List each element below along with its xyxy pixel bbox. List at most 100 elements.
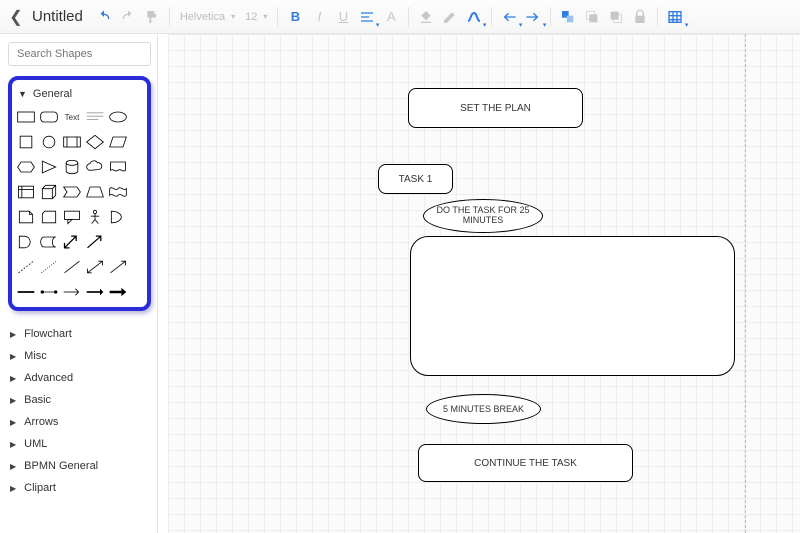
shape-dotted-line[interactable] (39, 256, 59, 278)
shape-datastore[interactable] (39, 231, 59, 253)
shape-line[interactable] (62, 256, 82, 278)
toolbar-separator (550, 7, 551, 27)
shape-empty4 (131, 181, 143, 203)
node-set-plan[interactable]: SET THE PLAN (408, 88, 583, 128)
redo-button[interactable] (117, 6, 139, 28)
chevron-right-icon: ▶ (10, 484, 16, 493)
toolbar-separator (277, 7, 278, 27)
shape-search-input[interactable] (15, 47, 158, 61)
lock-button[interactable] (629, 6, 651, 28)
shape-process[interactable] (62, 131, 82, 153)
shape-step[interactable] (62, 181, 82, 203)
category-bpmn[interactable]: ▶BPMN General (8, 455, 151, 477)
category-misc[interactable]: ▶Misc (8, 345, 151, 367)
top-toolbar: ❮ Untitled Helvetica▾ 12▾ B I U ▾ A ▾ ▾ … (0, 0, 800, 34)
category-basic[interactable]: ▶Basic (8, 389, 151, 411)
node-break[interactable]: 5 MINUTES BREAK (426, 394, 541, 424)
shape-empty6b (131, 231, 143, 253)
line-color-button[interactable] (439, 6, 461, 28)
node-continue[interactable]: CONTINUE THE TASK (418, 444, 633, 482)
arrange-button[interactable] (557, 6, 579, 28)
to-front-button[interactable] (581, 6, 603, 28)
underline-button[interactable]: U (332, 6, 354, 28)
shape-cube[interactable] (39, 181, 59, 203)
shape-hexagon[interactable] (16, 156, 36, 178)
general-shape-grid: Text (16, 106, 143, 303)
toolbar-separator (408, 7, 409, 27)
chevron-right-icon: ▶ (10, 462, 16, 471)
chevron-right-icon: ▶ (10, 396, 16, 405)
shape-empty8 (131, 281, 143, 303)
node-bigbox[interactable] (410, 236, 735, 376)
shape-internal-storage[interactable] (16, 181, 36, 203)
shape-trapezoid[interactable] (85, 181, 105, 203)
to-back-button[interactable] (605, 6, 627, 28)
node-do-task[interactable]: DO THE TASK FOR 25 MINUTES (423, 199, 543, 233)
text-color-button[interactable]: A (380, 6, 402, 28)
shape-search[interactable] (8, 42, 151, 66)
shape-rounded-rect[interactable] (39, 106, 59, 128)
back-button[interactable]: ❮ (6, 7, 26, 27)
shape-document[interactable] (108, 156, 128, 178)
line-end-button[interactable]: ▾ (522, 6, 544, 28)
category-flowchart[interactable]: ▶Flowchart (8, 323, 151, 345)
diagram-canvas[interactable]: SET THE PLAN TASK 1 DO THE TASK FOR 25 M… (168, 34, 800, 533)
shape-harrow-open[interactable] (62, 281, 82, 303)
shape-harrow-filled[interactable] (108, 281, 128, 303)
fill-color-button[interactable] (415, 6, 437, 28)
shape-textbox[interactable] (85, 106, 105, 128)
shape-dir-line[interactable] (108, 256, 128, 278)
shape-arrow[interactable] (85, 231, 105, 253)
shape-and[interactable] (16, 231, 36, 253)
shape-square[interactable] (16, 131, 36, 153)
shape-hline[interactable] (16, 281, 36, 303)
shape-or[interactable] (108, 206, 128, 228)
font-family-select[interactable]: Helvetica (176, 11, 229, 23)
shape-tape[interactable] (108, 181, 128, 203)
shape-circle[interactable] (39, 131, 59, 153)
italic-button[interactable]: I (308, 6, 330, 28)
chevron-right-icon: ▶ (10, 374, 16, 383)
node-task1[interactable]: TASK 1 (378, 164, 453, 194)
toolbar-separator (491, 7, 492, 27)
category-advanced[interactable]: ▶Advanced (8, 367, 151, 389)
connection-style-button[interactable]: ▾ (463, 6, 485, 28)
shape-actor[interactable] (85, 206, 105, 228)
general-section-header[interactable]: ▼ General (18, 88, 143, 100)
general-shapes-panel: ▼ General Text (8, 76, 151, 311)
chevron-right-icon: ▶ (10, 330, 16, 339)
shape-link-line[interactable] (39, 281, 59, 303)
shape-ellipse[interactable] (108, 106, 128, 128)
shape-diamond[interactable] (85, 131, 105, 153)
category-clipart[interactable]: ▶Clipart (8, 477, 151, 499)
chevron-down-icon: ▼ (18, 89, 27, 99)
shape-empty3 (131, 156, 143, 178)
page-boundary-line (745, 34, 746, 533)
line-start-button[interactable]: ▾ (498, 6, 520, 28)
table-button[interactable]: ▾ (664, 6, 686, 28)
shape-triangle[interactable] (39, 156, 59, 178)
shape-dashed-line[interactable] (16, 256, 36, 278)
shape-harrow[interactable] (85, 281, 105, 303)
font-size-select[interactable]: 12 (241, 11, 261, 23)
shape-note[interactable] (16, 206, 36, 228)
category-arrows[interactable]: ▶Arrows (8, 411, 151, 433)
category-uml[interactable]: ▶UML (8, 433, 151, 455)
format-painter-button[interactable] (141, 6, 163, 28)
chevron-right-icon: ▶ (10, 352, 16, 361)
chevron-right-icon: ▶ (10, 418, 16, 427)
shape-cylinder[interactable] (62, 156, 82, 178)
shape-text[interactable]: Text (62, 106, 82, 128)
bold-button[interactable]: B (284, 6, 306, 28)
align-button[interactable]: ▾ (356, 6, 378, 28)
toolbar-separator (169, 7, 170, 27)
shape-bidir-line[interactable] (85, 256, 105, 278)
shape-bidir-arrow[interactable] (62, 231, 82, 253)
shape-callout[interactable] (62, 206, 82, 228)
document-title[interactable]: Untitled (32, 8, 83, 25)
shape-cloud[interactable] (85, 156, 105, 178)
shape-parallelogram[interactable] (108, 131, 128, 153)
shape-rect[interactable] (16, 106, 36, 128)
undo-button[interactable] (93, 6, 115, 28)
shape-card[interactable] (39, 206, 59, 228)
